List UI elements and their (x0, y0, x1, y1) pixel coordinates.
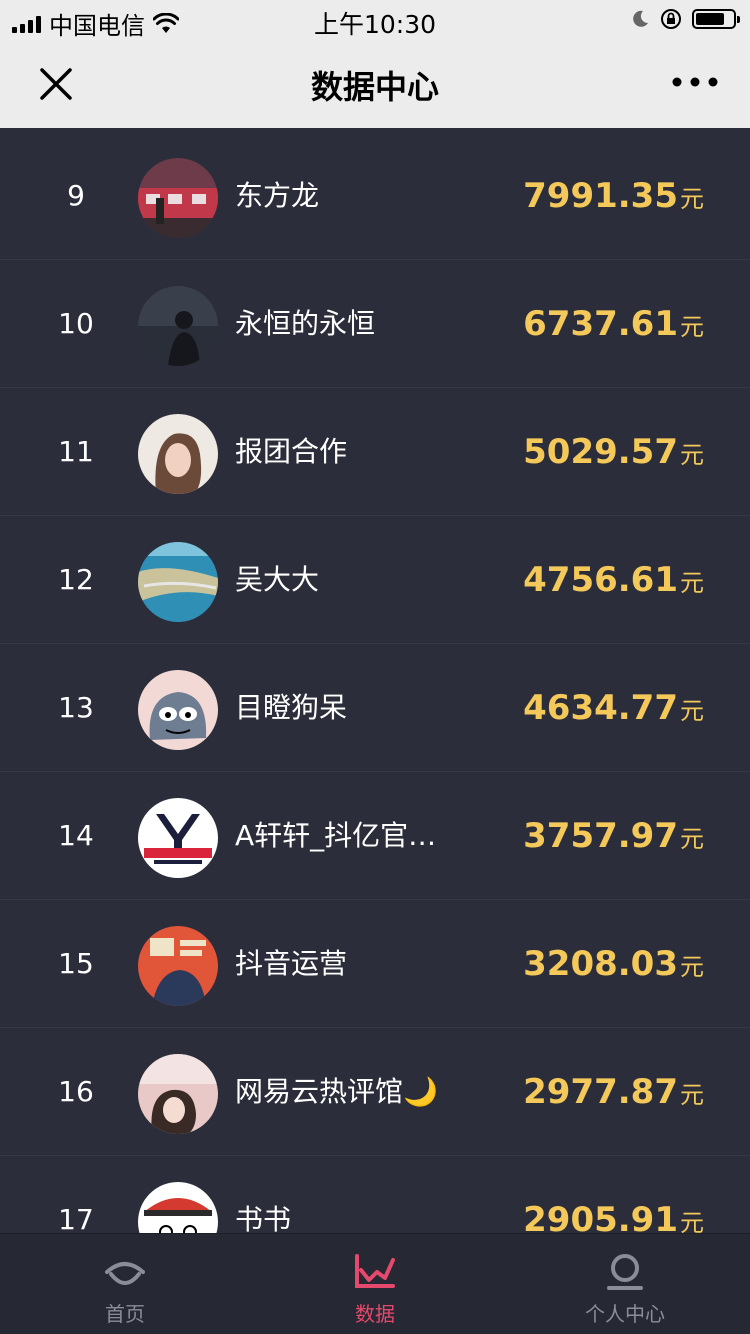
user-name: 永恒的永恒 (235, 307, 376, 340)
tab-label: 数据 (355, 1302, 395, 1326)
status-right (630, 8, 740, 30)
tab-bar: 首页 数据 个人中心 (0, 1233, 750, 1334)
ranking-list: 9 东方龙 7991.35元 10 永恒的永恒 6737.61元 11 报团合作… (0, 128, 750, 1234)
amount-value: 3757.97 (523, 816, 678, 856)
amount-value: 4756.61 (523, 560, 678, 600)
rank-number: 15 (58, 947, 94, 980)
moon-icon (633, 10, 648, 27)
amount-unit: 元 (680, 1081, 704, 1109)
user-name: 东方龙 (235, 179, 320, 212)
avatar (138, 670, 218, 750)
amount: 2905.91元 (523, 1156, 704, 1234)
list-item[interactable]: 11 报团合作 5029.57元 (0, 388, 750, 516)
tab-label: 首页 (105, 1302, 145, 1326)
nav-bar: 数据中心 (0, 40, 750, 128)
list-item[interactable]: 9 东方龙 7991.35元 (0, 132, 750, 260)
list-item[interactable]: 14 A轩轩_抖亿官… 3757.97元 (0, 772, 750, 900)
amount-value: 4634.77 (523, 688, 678, 728)
user-name: A轩轩_抖亿官… (235, 819, 437, 852)
amount-value: 2905.91 (523, 1200, 678, 1234)
amount-unit: 元 (680, 953, 704, 981)
amount: 3757.97元 (523, 772, 704, 900)
tab-label: 个人中心 (585, 1302, 665, 1326)
avatar (138, 1054, 218, 1134)
orientation-lock-icon (661, 9, 681, 29)
home-icon (105, 1262, 145, 1285)
amount-unit: 元 (680, 697, 704, 725)
user-name: 报团合作 (235, 435, 348, 468)
list-item[interactable]: 16 网易云热评馆🌙 2977.87元 (0, 1028, 750, 1156)
avatar (138, 158, 218, 238)
list-item[interactable]: 12 吴大大 4756.61元 (0, 516, 750, 644)
tab-profile[interactable]: 个人中心 (500, 1234, 750, 1334)
status-bar: 中国电信 上午10:30 (0, 0, 750, 40)
amount: 3208.03元 (523, 900, 704, 1028)
page-title: 数据中心 (310, 68, 439, 106)
amount-unit: 元 (680, 441, 704, 469)
user-name: 抖音运营 (235, 947, 348, 980)
amount-unit: 元 (680, 313, 704, 341)
rank-number: 11 (58, 435, 94, 468)
amount-value: 6737.61 (523, 304, 678, 344)
user-name: 书书 (235, 1203, 292, 1234)
rank-number: 14 (58, 819, 94, 852)
amount-value: 7991.35 (523, 176, 678, 216)
rank-number: 17 (58, 1203, 94, 1234)
rank-number: 16 (58, 1075, 94, 1108)
amount-value: 2977.87 (523, 1072, 678, 1112)
tab-home[interactable]: 首页 (0, 1234, 250, 1334)
rank-number: 9 (67, 179, 85, 212)
battery-icon (692, 9, 740, 29)
list-item[interactable]: 10 永恒的永恒 6737.61元 (0, 260, 750, 388)
rank-number: 10 (58, 307, 94, 340)
rank-number: 12 (58, 563, 94, 596)
list-item[interactable]: 15 抖音运营 3208.03元 (0, 900, 750, 1028)
amount-value: 3208.03 (523, 944, 678, 984)
profile-icon (607, 1254, 643, 1290)
amount: 6737.61元 (523, 260, 704, 388)
avatar (138, 926, 218, 1006)
avatar (138, 542, 218, 622)
amount: 4756.61元 (523, 516, 704, 644)
user-name: 吴大大 (235, 563, 320, 596)
avatar (138, 798, 218, 878)
amount-unit: 元 (680, 569, 704, 597)
tab-data[interactable]: 数据 (250, 1234, 500, 1334)
avatar (138, 414, 218, 494)
amount: 7991.35元 (523, 132, 704, 260)
list-item[interactable]: 13 目瞪狗呆 4634.77元 (0, 644, 750, 772)
more-icon[interactable] (670, 70, 720, 94)
chart-icon (355, 1254, 395, 1288)
amount-unit: 元 (680, 1209, 704, 1234)
rank-number: 13 (58, 691, 94, 724)
list-item[interactable]: 17 书书 2905.91元 (0, 1156, 750, 1234)
amount-unit: 元 (680, 825, 704, 853)
user-name: 网易云热评馆🌙 (235, 1075, 438, 1108)
amount-value: 5029.57 (523, 432, 678, 472)
amount-unit: 元 (680, 185, 704, 213)
avatar (138, 286, 218, 366)
avatar (138, 1182, 218, 1234)
user-name: 目瞪狗呆 (235, 691, 348, 724)
amount: 2977.87元 (523, 1028, 704, 1156)
amount: 5029.57元 (523, 388, 704, 516)
amount: 4634.77元 (523, 644, 704, 772)
